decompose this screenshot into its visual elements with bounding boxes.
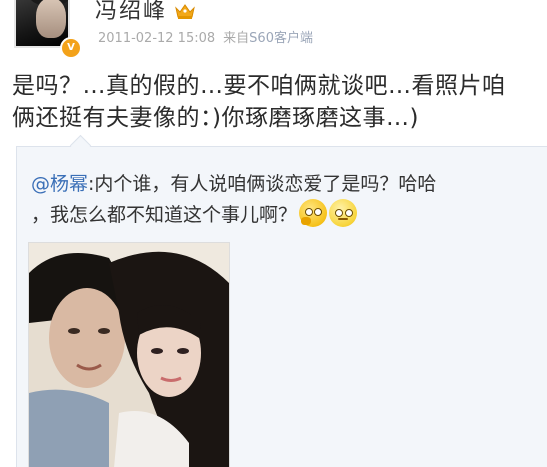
repost-text-line: ，我怎么都不知道这个事儿啊？ [31,199,547,230]
repost-pointer [69,134,92,157]
post-text-line: 俩还挺有夫妻像的：)你琢磨琢磨这事…) [12,105,419,131]
repost-text: @杨幂:内个谁，有人说咱俩谈恋爱了是吗？哈哈 ，我怎么都不知道这个事儿啊？ [31,169,547,230]
weibo-post-screenshot: V 冯绍峰 2011-02-12 15:08 来自S60客户端 是吗？…真的假的…… [0,0,547,467]
repost-text-segment: ，我怎么都不知道这个事儿啊？ [31,204,298,226]
dizzy-face-icon [329,199,358,227]
post-meta: 2011-02-12 15:08 来自S60客户端 [98,30,313,48]
repost-text-line: @杨幂:内个谁，有人说咱俩谈恋爱了是吗？哈哈 [31,169,547,199]
crown-icon [175,4,195,19]
post-content: 是吗？…真的假的…要不咱俩就谈吧…看照片咱 俩还挺有夫妻像的：)你琢磨琢磨这事…… [12,70,542,134]
post-text-line: 是吗？…真的假的…要不咱俩就谈吧…看照片咱 [12,73,506,99]
username-link[interactable]: 冯绍峰 [95,0,167,26]
mention-link[interactable]: @杨幂 [31,173,88,195]
avatar-face [36,0,66,38]
verified-badge-icon: V [60,37,82,59]
post-timestamp[interactable]: 2011-02-12 15:08 [98,31,215,46]
attached-photo[interactable] [28,242,230,467]
thinking-face-icon [299,199,328,227]
source-prefix: 来自 [223,31,250,46]
source-link[interactable]: S60客户端 [249,31,313,46]
repost-text-segment: :内个谁，有人说咱俩谈恋爱了是吗？哈哈 [88,173,437,195]
